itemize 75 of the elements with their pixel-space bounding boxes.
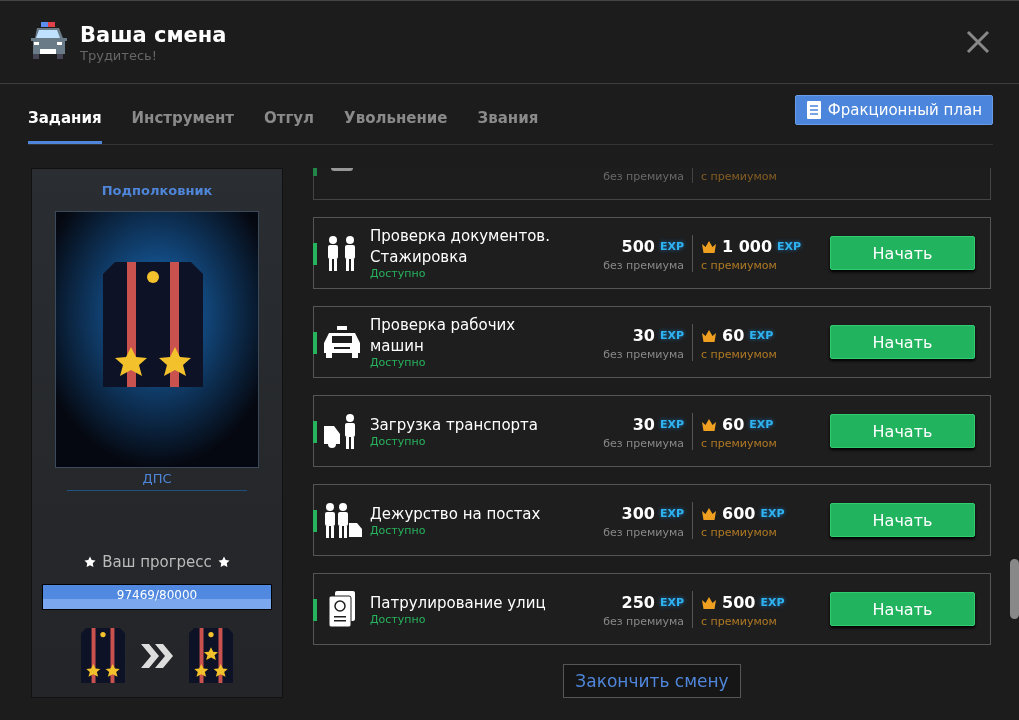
division-label: ДПС [67,468,247,491]
exp-caption: с премиумом [701,258,777,272]
task-name: Дежурство на постах [370,503,542,525]
exp-caption: с премиумом [701,525,777,539]
start-button[interactable]: Начать [830,503,975,537]
scrollbar-thumb[interactable] [1010,559,1019,619]
task-name: Патрулирование улиц [370,592,547,614]
tab[interactable]: Задания [28,109,102,144]
tab[interactable]: Инструмент [131,109,235,144]
faction-plan-button[interactable]: Фракционный план [794,95,993,125]
exp-unit: EXP [659,329,684,342]
exp-caption: без премиума [603,436,684,450]
police-car-icon [321,325,363,359]
task-status: Доступно [370,435,427,448]
star-icon [84,556,97,568]
task-status: Доступно [370,357,427,369]
tab[interactable]: Отгул [264,109,315,144]
exp-caption: с премиумом [701,436,777,450]
checklist-icon [805,100,822,120]
rank-title: Подполковник [101,183,213,198]
exp-amount: 1 000 [722,237,773,256]
exp-caption: без премиума [603,614,684,628]
window-subtitle: Трудитесь! [80,47,158,63]
start-button[interactable]: Начать [830,236,975,270]
double-chevron-icon [139,641,175,670]
exp-unit: EXP [760,596,785,609]
exp-unit: EXP [749,329,774,342]
exp-caption: без премиума [603,525,684,539]
exp-unit: EXP [659,596,684,609]
current-rank-icon [81,628,125,683]
exp-caption: с премиумом [701,169,777,183]
task-status: Доступно [370,268,427,280]
exp-unit: EXP [659,240,684,253]
task-name: Проверка документов. Стажировка [370,226,551,268]
exp-amount: 60 [722,326,745,345]
progress-label: Ваш прогресс [102,553,212,571]
close-button[interactable] [965,29,991,55]
star-icon [217,556,230,568]
exp-amount: 30 [632,326,655,345]
task-status: Доступно [370,613,427,626]
crown-icon [701,417,717,432]
next-rank-icon [189,628,233,683]
task-name: Проверка рабочих машин [370,315,517,357]
exp-unit: EXP [749,418,774,431]
task-status: Доступно [370,524,427,537]
exp-amount: 500 [722,593,756,612]
exp-unit: EXP [777,240,802,253]
tab[interactable]: Увольнение [344,109,448,144]
exp-amount: 600 [722,504,756,523]
passport-icon [327,590,357,628]
exp-amount: 30 [632,415,655,434]
crown-icon [701,595,717,610]
start-button[interactable]: Начать [830,414,975,448]
exp-caption: с премиумом [701,347,777,361]
exp-caption: без премиума [603,169,684,183]
exp-amount: 500 [621,237,655,256]
crown-icon [701,506,717,521]
exp-amount: 250 [621,593,655,612]
crown-icon [701,239,717,254]
crown-icon [701,328,717,343]
tab[interactable]: Звания [477,109,539,144]
exp-caption: без премиума [603,347,684,361]
start-button[interactable]: Начать [830,592,975,626]
task-name: Загрузка транспорта [370,414,540,436]
finish-shift-button[interactable]: Закончить смену [563,664,741,698]
exp-unit: EXP [659,507,684,520]
exp-amount: 60 [722,415,745,434]
exp-unit: EXP [760,507,785,520]
exp-amount: 300 [621,504,655,523]
window-title: Ваша смена [80,21,228,48]
exp-caption: с премиумом [701,614,777,628]
progress-text: 97469/80000 [115,588,199,602]
exp-unit: EXP [659,418,684,431]
start-button[interactable]: Начать [830,325,975,359]
exp-caption: без премиума [603,258,684,272]
